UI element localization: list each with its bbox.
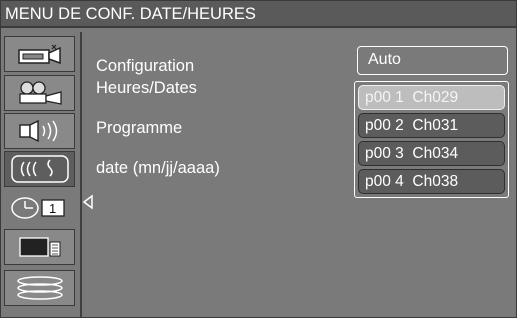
speaker-icon xyxy=(18,119,57,143)
sidebar: 1 xyxy=(1,32,82,317)
disc-stack-icon xyxy=(16,276,63,300)
programme-item[interactable]: p00 3 Ch034 xyxy=(358,141,505,166)
selection-pointer-icon xyxy=(82,194,93,210)
sidebar-item-clock[interactable]: 1 xyxy=(4,190,75,226)
antenna-signal-icon xyxy=(10,155,69,183)
config-label-line1: Configuration xyxy=(96,57,195,75)
sidebar-item-display[interactable] xyxy=(4,229,75,265)
programme-item[interactable]: p00 1 Ch029 xyxy=(358,85,505,110)
sidebar-item-media[interactable] xyxy=(4,270,75,306)
clock-badge: 1 xyxy=(49,201,56,216)
menu-screen: MENU DE CONF. DATE/HEURES 1 Configuratio… xyxy=(0,0,517,318)
programme-label: Programme xyxy=(96,119,183,137)
sidebar-item-signal[interactable] xyxy=(4,151,75,187)
tv-remote-icon xyxy=(18,237,60,257)
sidebar-item-camcorder[interactable] xyxy=(4,36,75,72)
camcorder-icon xyxy=(17,44,61,65)
programme-item[interactable]: p00 2 Ch031 xyxy=(358,113,505,138)
programme-item[interactable]: p00 4 Ch038 xyxy=(358,169,505,194)
sidebar-item-projector[interactable] xyxy=(4,75,75,111)
config-mode-select[interactable]: Auto xyxy=(357,46,508,75)
page-title: MENU DE CONF. DATE/HEURES xyxy=(1,1,516,28)
projector-icon xyxy=(18,81,62,105)
config-label-line2: Heures/Dates xyxy=(96,79,197,97)
programme-list: p00 1 Ch029 p00 2 Ch031 p00 3 Ch034 p00 … xyxy=(354,81,509,198)
date-label: date (mn/jj/aaaa) xyxy=(96,159,220,177)
sidebar-item-audio[interactable] xyxy=(4,113,75,149)
clock-icon: 1 xyxy=(10,197,65,219)
